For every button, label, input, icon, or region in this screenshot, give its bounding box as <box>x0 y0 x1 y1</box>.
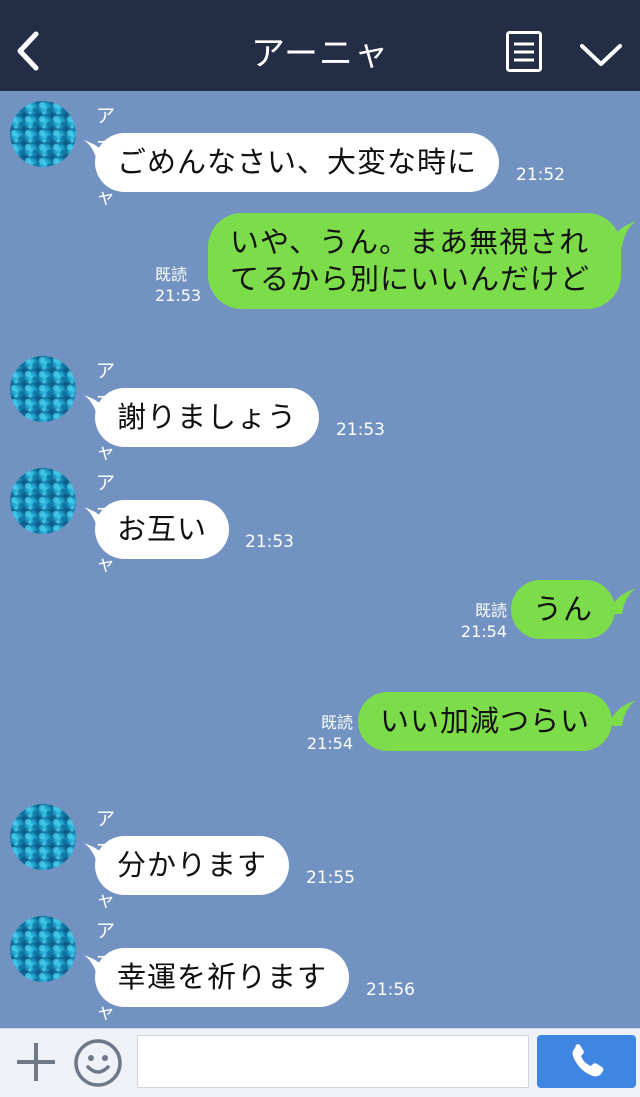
menu-icon <box>506 31 542 72</box>
read-status: 既読 21:54 <box>455 600 507 642</box>
message-bubble[interactable]: うん <box>511 580 616 639</box>
smiley-icon <box>74 1039 122 1087</box>
message-time: 21:54 <box>306 734 353 753</box>
avatar[interactable] <box>10 101 76 167</box>
message-bubble[interactable]: 謝りましょう <box>95 388 320 447</box>
message-time: 21:54 <box>460 622 507 641</box>
message-bubble[interactable]: お互い <box>95 500 230 559</box>
avatar[interactable] <box>10 468 76 534</box>
emoji-button[interactable] <box>73 1038 123 1088</box>
message-bubble[interactable]: ごめんなさい、大変な時に <box>95 133 500 192</box>
message-bubble[interactable]: 幸運を祈ります <box>95 948 350 1007</box>
plus-icon <box>17 1043 55 1081</box>
read-label: 既読 <box>474 601 507 620</box>
input-bar <box>0 1028 640 1097</box>
avatar[interactable] <box>10 804 76 870</box>
chat-header: アーニャ <box>0 0 640 91</box>
chat-title: アーニャ <box>251 34 389 74</box>
chevron-down-icon <box>580 44 622 66</box>
read-status: 既読 21:53 <box>155 264 202 306</box>
menu-button[interactable] <box>506 31 542 72</box>
message-time: 21:56 <box>366 980 415 1000</box>
message-bubble[interactable]: 分かります <box>95 836 290 895</box>
message-time: 21:53 <box>155 286 202 305</box>
message-line: てるから別にいいんだけど <box>230 262 591 296</box>
message-input[interactable] <box>137 1035 529 1088</box>
read-label: 既読 <box>320 713 353 732</box>
phone-icon <box>572 1044 604 1077</box>
message-line: いや、うん。まあ無視され <box>230 225 590 259</box>
avatar[interactable] <box>10 356 76 422</box>
message-time: 21:53 <box>336 420 385 440</box>
message-time: 21:53 <box>245 532 294 552</box>
read-label: 既読 <box>155 265 188 284</box>
read-status: 既読 21:54 <box>300 712 353 754</box>
call-button[interactable] <box>537 1035 636 1088</box>
bubble-tail <box>610 700 636 726</box>
message-time: 21:52 <box>516 165 565 185</box>
collapse-button[interactable] <box>578 38 624 72</box>
message-bubble[interactable]: いや、うん。まあ無視され てるから別にいいんだけど <box>208 213 621 309</box>
message-bubble[interactable]: いい加減つらい <box>358 692 613 751</box>
plus-button[interactable] <box>13 1039 59 1085</box>
avatar[interactable] <box>10 916 76 982</box>
message-time: 21:55 <box>306 868 355 888</box>
